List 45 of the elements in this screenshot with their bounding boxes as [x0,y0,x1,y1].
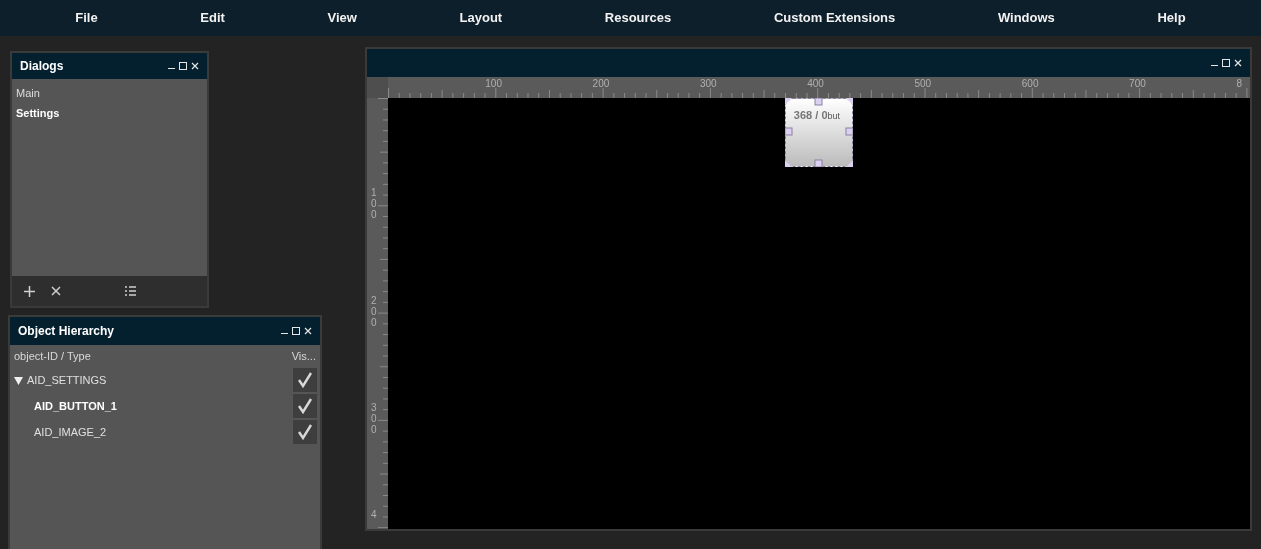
ruler-label: 100 [485,77,502,91]
maximize-icon[interactable] [1222,59,1230,67]
dialog-list-item[interactable]: Settings [12,103,207,123]
menu-item[interactable]: Layout [459,8,503,28]
ruler-label: 200 [592,77,610,91]
ruler-label: 400 [807,77,824,91]
menu-item[interactable]: Windows [997,8,1055,28]
ruler-label: 200 [371,294,378,328]
maximize-icon[interactable] [179,62,187,70]
tree-item[interactable]: AID_BUTTON_1 [34,397,117,415]
menu-item[interactable]: Custom Extensions [773,8,896,28]
column-header[interactable]: object-ID / Type [14,347,91,365]
list-icon[interactable] [125,286,136,296]
panel-title: Object Hierarchy [18,323,115,340]
visibility-checkbox[interactable] [293,420,317,444]
close-icon[interactable] [304,327,312,335]
menu-item[interactable]: Resources [604,8,672,28]
delete-icon[interactable] [51,286,61,296]
visibility-checkbox[interactable] [293,394,317,418]
maximize-icon[interactable] [292,327,300,335]
dialog-list-item[interactable]: Main [12,83,207,103]
ruler-label: 4 [371,509,378,521]
button-widget[interactable]: 368 / 0but [784,98,853,167]
ruler-label: 8 [1236,77,1242,91]
tree-item[interactable]: AID_IMAGE_2 [34,423,107,441]
ruler-label: 300 [699,77,717,91]
close-icon[interactable] [1234,59,1242,67]
menu-item[interactable]: File [75,8,98,28]
panel-title: Dialogs [20,58,64,75]
close-icon[interactable] [191,62,199,70]
ruler-label: 100 [371,187,378,221]
widget-name-label: but [827,110,840,123]
add-icon[interactable] [24,285,35,297]
ruler-label: 700 [1129,77,1146,91]
expand-arrow-icon[interactable] [14,375,23,385]
menu-item[interactable]: Help [1157,8,1186,28]
menu-item[interactable]: View [327,8,357,28]
visibility-checkbox[interactable] [293,368,317,392]
widget-position-label: 368 / 0 [793,108,828,123]
column-header[interactable]: Vis... [291,347,316,365]
ruler-label: 300 [371,401,378,435]
menu-item[interactable]: Edit [200,8,225,28]
ruler-label: 600 [1021,77,1039,91]
tree-item[interactable]: AID_SETTINGS [27,371,107,389]
ruler-label: 500 [914,77,932,91]
